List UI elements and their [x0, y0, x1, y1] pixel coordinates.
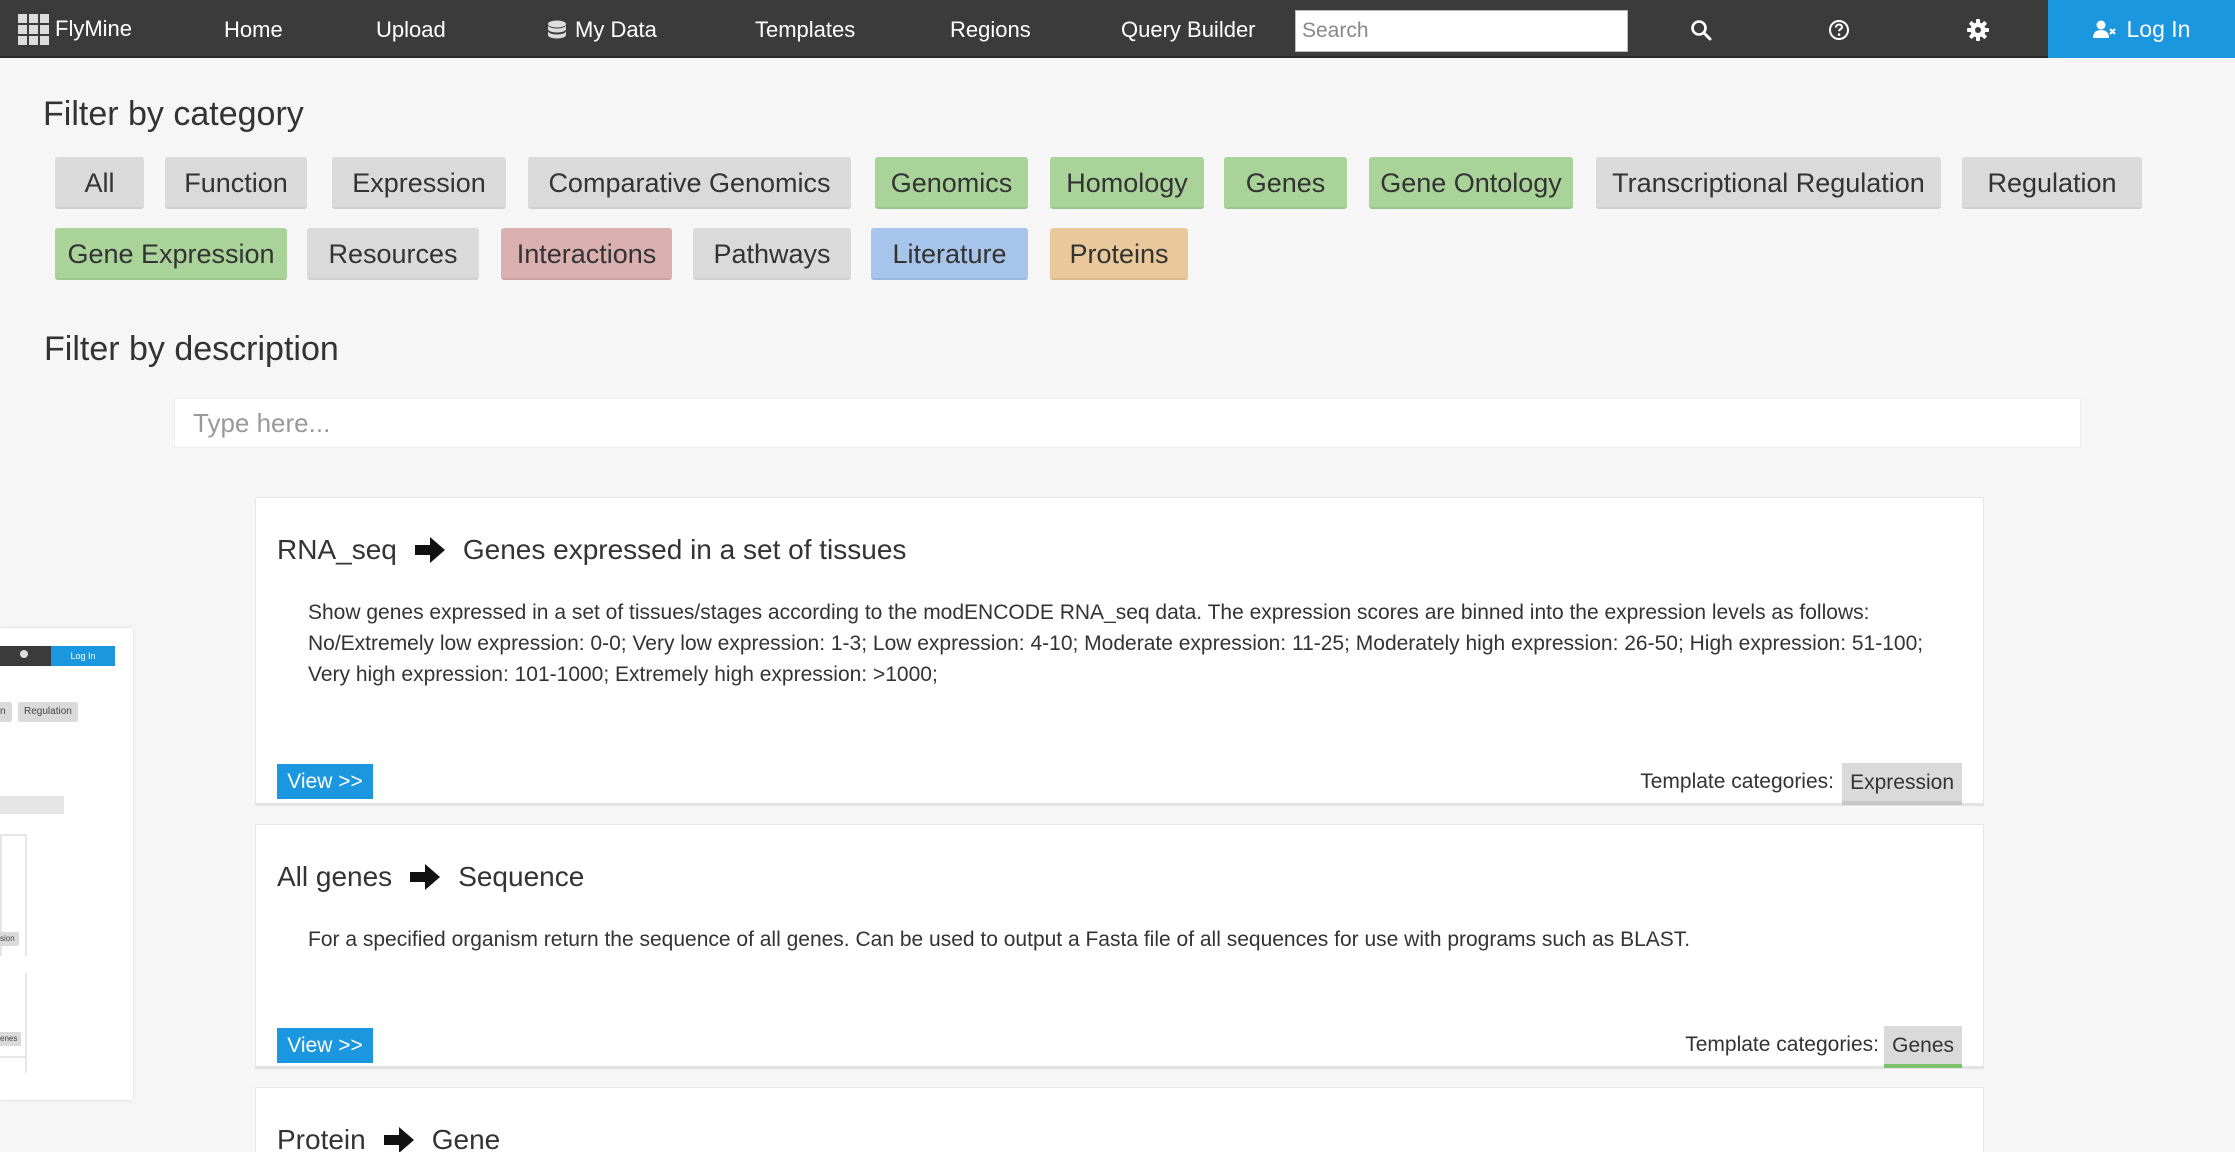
brand-label: FlyMine — [55, 16, 133, 41]
gear-icon — [1967, 19, 1989, 41]
view-button[interactable]: View >> — [277, 764, 373, 799]
thumbnail-login: Log In — [51, 646, 115, 666]
nav-home[interactable]: Home — [224, 0, 283, 58]
template-from: RNA_seq — [277, 534, 397, 565]
settings-button[interactable] — [1967, 19, 1989, 41]
brand-link[interactable]: FlyMine — [18, 0, 132, 58]
template-categories-label: Template categories: — [1640, 770, 1834, 793]
help-button[interactable] — [1828, 19, 1850, 41]
template-description: Show genes expressed in a set of tissues… — [308, 601, 1924, 686]
thumbnail-tag: enes — [0, 1032, 22, 1046]
thumbnail-chip: Regulation — [18, 702, 78, 722]
chip-expression[interactable]: Expression — [332, 157, 506, 209]
chip-literature[interactable]: Literature — [871, 228, 1028, 280]
thumbnail-gear-icon — [20, 650, 28, 658]
chip-comparative-genomics[interactable]: Comparative Genomics — [528, 157, 851, 209]
nav-my-data-label: My Data — [575, 17, 657, 42]
template-to: Gene — [431, 1124, 501, 1152]
template-title[interactable]: All genes Sequence — [277, 861, 584, 893]
page-thumbnail-preview[interactable]: Log In n Regulation sion enes — [0, 628, 133, 1100]
template-card: Protein Gene — [255, 1087, 1984, 1152]
template-title[interactable]: Protein Gene — [277, 1124, 500, 1152]
flymine-logo-icon — [18, 13, 49, 45]
template-title[interactable]: RNA_seq Genes expressed in a set of tiss… — [277, 534, 906, 566]
template-description: For a specified organism return the sequ… — [308, 928, 1691, 951]
chip-gene-ontology[interactable]: Gene Ontology — [1369, 157, 1573, 209]
arrow-right-icon — [383, 1127, 414, 1152]
chip-function[interactable]: Function — [165, 157, 307, 209]
thumbnail-input — [0, 796, 64, 814]
chip-pathways[interactable]: Pathways — [693, 228, 851, 280]
thumbnail-divider — [25, 973, 27, 1073]
chip-homology[interactable]: Homology — [1050, 157, 1204, 209]
thumbnail-chip: n — [0, 702, 12, 722]
category-tag-expression[interactable]: Expression — [1842, 763, 1962, 805]
chip-interactions[interactable]: Interactions — [501, 228, 672, 280]
chip-transcriptional-regulation[interactable]: Transcriptional Regulation — [1596, 157, 1941, 209]
chip-gene-expression[interactable]: Gene Expression — [55, 228, 287, 280]
template-to: Sequence — [458, 861, 585, 892]
filter-category-heading: Filter by category — [43, 95, 304, 133]
description-filter-input[interactable] — [174, 398, 2081, 448]
thumbnail-divider — [0, 1056, 27, 1058]
top-navbar: FlyMine Home Upload My Data Templates Re… — [0, 0, 2235, 58]
arrow-right-icon — [414, 537, 445, 563]
template-card: All genes Sequence For a specified organ… — [255, 824, 1984, 1069]
template-from: Protein — [277, 1124, 366, 1152]
login-button[interactable]: Log In — [2048, 0, 2235, 58]
template-categories-label: Template categories: — [1685, 1033, 1879, 1056]
nav-query-builder[interactable]: Query Builder — [1121, 0, 1256, 58]
search-input[interactable] — [1295, 10, 1628, 52]
chip-resources[interactable]: Resources — [307, 228, 479, 280]
chip-proteins[interactable]: Proteins — [1050, 228, 1188, 280]
user-lock-icon — [2092, 20, 2116, 38]
search-button[interactable] — [1690, 19, 1712, 41]
chip-genes[interactable]: Genes — [1224, 157, 1347, 209]
thumbnail-tag: sion — [0, 932, 19, 946]
template-from: All genes — [277, 861, 393, 892]
chip-regulation[interactable]: Regulation — [1962, 157, 2142, 209]
database-icon — [548, 20, 566, 39]
help-icon — [1829, 20, 1849, 40]
thumbnail-divider — [0, 834, 27, 836]
nav-templates[interactable]: Templates — [755, 0, 855, 58]
template-card: RNA_seq Genes expressed in a set of tiss… — [255, 497, 1984, 806]
search-icon — [1691, 20, 1712, 41]
template-to: Genes expressed in a set of tissues — [462, 534, 907, 565]
thumbnail-divider — [25, 836, 27, 956]
view-button[interactable]: View >> — [277, 1028, 373, 1063]
chip-genomics[interactable]: Genomics — [875, 157, 1028, 209]
arrow-right-icon — [410, 864, 441, 890]
nav-my-data[interactable]: My Data — [547, 0, 657, 58]
nav-upload[interactable]: Upload — [376, 0, 446, 58]
category-tag-genes[interactable]: Genes — [1884, 1026, 1962, 1068]
filter-description-heading: Filter by description — [44, 330, 339, 368]
chip-all[interactable]: All — [55, 157, 144, 209]
nav-regions[interactable]: Regions — [950, 0, 1031, 58]
login-label: Log In — [2126, 15, 2191, 42]
